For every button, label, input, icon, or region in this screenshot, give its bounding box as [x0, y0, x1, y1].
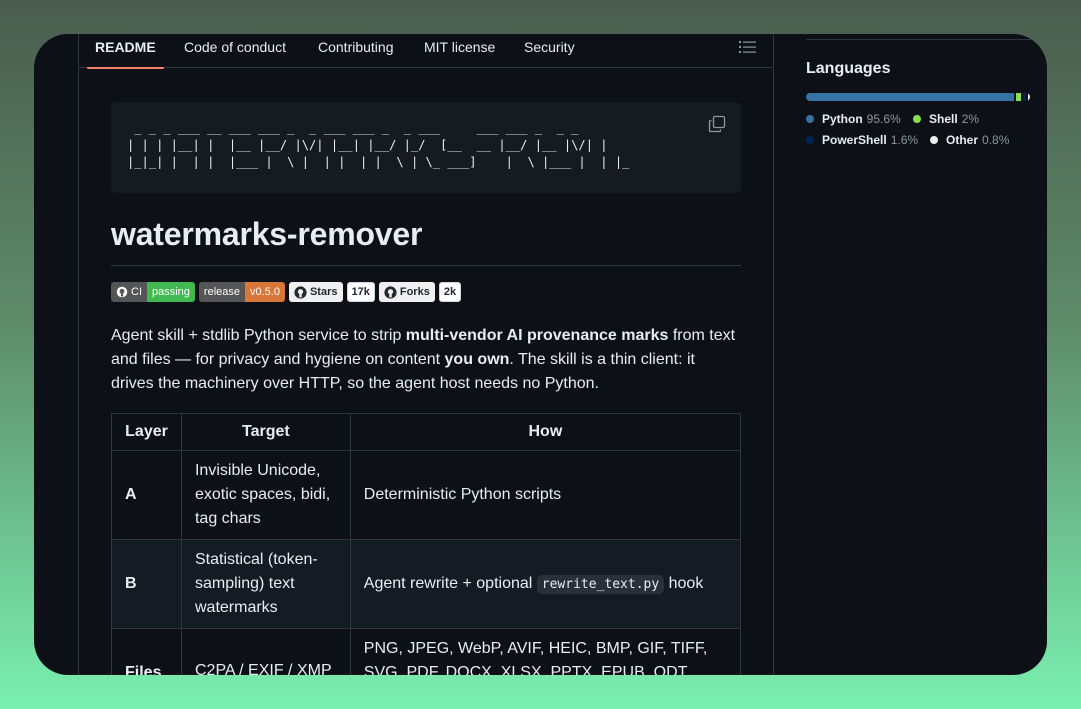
release-badge-version: v0.5.0 [245, 282, 285, 302]
description-bold: you own [444, 351, 510, 368]
language-bar-segment-python [806, 93, 1015, 101]
sidebar: Languages Python 95.6% Shell 2% PowerShe… [806, 34, 1036, 675]
language-name: Other [946, 133, 979, 147]
language-percent: 95.6% [866, 112, 901, 126]
inline-code: rewrite_text.py [536, 574, 665, 594]
table-header-row: Layer Target How [111, 413, 742, 451]
copy-icon[interactable] [708, 115, 726, 133]
table-cell-target: Invisible Unicode, exotic spaces, bidi, … [180, 450, 351, 540]
github-icon [116, 286, 128, 298]
language-bar-segment-powershell [1022, 93, 1027, 101]
language-bar-segment-shell [1016, 93, 1021, 101]
title-divider [111, 265, 741, 266]
github-icon [384, 285, 397, 299]
language-name: Shell [929, 112, 958, 126]
language-percent: 2% [961, 112, 980, 126]
table-cell-how: Deterministic Python scripts [349, 450, 742, 540]
table-row: B Statistical (token-sampling) text wate… [111, 539, 742, 629]
ascii-art-text: _ _ _ ___ __ ___ ___ _ _ ___ ___ _ _ ___… [127, 121, 630, 169]
language-item-python[interactable]: Python 95.6% [806, 112, 901, 126]
repo-description: Agent skill + stdlib Python service to s… [111, 324, 741, 396]
how-text: Agent rewrite + optional [363, 574, 537, 592]
language-name: Python [822, 112, 863, 126]
language-bar-segment-other [1028, 93, 1030, 101]
forks-badge[interactable]: Forks 2k [378, 282, 462, 302]
description-text: Agent skill + stdlib Python service to s… [111, 327, 406, 344]
github-icon [294, 285, 307, 299]
readme-tabs: README Code of conduct Contributing MIT … [79, 34, 773, 69]
language-name: PowerShell [822, 133, 887, 147]
tab-code-of-conduct[interactable]: Code of conduct [184, 34, 286, 68]
tab-mit-license[interactable]: MIT license [424, 34, 495, 68]
tab-readme[interactable]: README [87, 34, 164, 69]
app-window: README Code of conduct Contributing MIT … [34, 34, 1047, 675]
language-dot [913, 115, 921, 123]
release-badge[interactable]: release v0.5.0 [198, 282, 285, 302]
readme-panel: README Code of conduct Contributing MIT … [78, 34, 774, 675]
stars-badge-label: Stars [309, 286, 338, 298]
languages-bar [806, 93, 1030, 101]
language-dot [930, 136, 938, 144]
forks-badge-label: Forks [399, 286, 430, 298]
table-cell-how: PNG, JPEG, WebP, AVIF, HEIC, BMP, GIF, T… [349, 628, 742, 675]
language-percent: 1.6% [890, 133, 919, 147]
table-cell-layer: B [111, 539, 182, 629]
table-header: Target [180, 413, 351, 451]
language-dot [806, 136, 814, 144]
language-percent: 0.8% [982, 133, 1010, 147]
table-cell-layer: Files [111, 628, 182, 675]
tab-security[interactable]: Security [524, 34, 575, 68]
table-cell-target: Statistical (token-sampling) text waterm… [180, 539, 351, 629]
description-bold: multi-vendor AI provenance marks [405, 327, 669, 344]
ci-badge-status: passing [147, 282, 195, 302]
stars-count: 17k [346, 282, 375, 302]
language-dot [806, 115, 814, 123]
badge-row: CI passing release v0.5.0 Stars 17k Fork… [111, 282, 462, 302]
language-item-shell[interactable]: Shell 2% [913, 112, 979, 126]
forks-count: 2k [438, 282, 462, 302]
ascii-banner: _ _ _ ___ __ ___ ___ _ _ ___ ___ _ _ ___… [111, 102, 741, 193]
table-cell-target: C2PA / EXIF / XMP [180, 628, 351, 675]
ci-badge[interactable]: CI passing [111, 282, 195, 302]
stars-badge[interactable]: Stars 17k [288, 282, 375, 302]
table-row: Files C2PA / EXIF / XMP PNG, JPEG, WebP,… [111, 628, 742, 675]
ci-badge-label: CI [131, 286, 142, 298]
outline-list-icon[interactable] [739, 39, 757, 55]
sidebar-divider [806, 39, 1032, 40]
languages-title: Languages [806, 60, 891, 77]
table-header: How [349, 413, 742, 451]
table-header: Layer [111, 413, 182, 451]
table-row: A Invisible Unicode, exotic spaces, bidi… [111, 450, 742, 540]
table-cell-how: Agent rewrite + optional rewrite_text.py… [349, 539, 742, 629]
release-badge-label: release [198, 282, 245, 302]
repo-title: watermarks-remover [111, 216, 423, 252]
table-cell-layer: A [111, 450, 182, 540]
language-item-other[interactable]: Other 0.8% [930, 133, 1009, 147]
language-item-powershell[interactable]: PowerShell 1.6% [806, 133, 918, 147]
how-text: hook [664, 574, 704, 592]
layers-table: Layer Target How A Invisible Unicode, ex… [111, 413, 742, 675]
tab-contributing[interactable]: Contributing [318, 34, 394, 68]
